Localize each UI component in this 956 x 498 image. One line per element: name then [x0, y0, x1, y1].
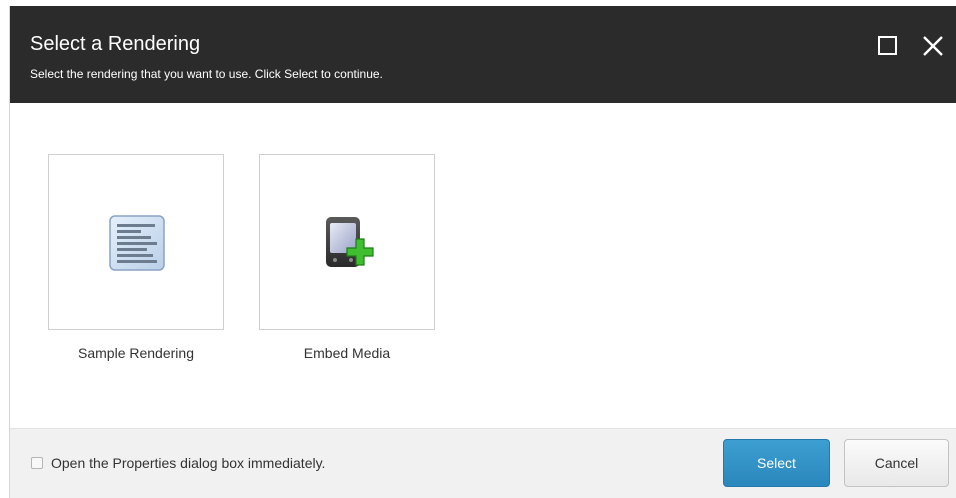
maximize-icon: [878, 36, 897, 55]
rendering-list: Sample Rendering Embed Media: [10, 103, 956, 428]
open-properties-checkbox[interactable]: [31, 457, 43, 469]
dialog-subtitle: Select the rendering that you want to us…: [30, 67, 383, 81]
rendering-label-sample-rendering: Sample Rendering: [78, 345, 194, 361]
dialog-footer: Open the Properties dialog box immediate…: [10, 428, 956, 498]
close-button[interactable]: [921, 34, 945, 58]
document-lines-icon: [109, 215, 165, 271]
select-button[interactable]: Select: [723, 439, 830, 487]
dialog-title: Select a Rendering: [30, 33, 201, 55]
maximize-button[interactable]: [876, 34, 900, 58]
device-add-icon: [326, 217, 374, 267]
rendering-tile-embed-media[interactable]: [259, 154, 435, 330]
dialog-header: Select a Rendering Select the rendering …: [10, 6, 956, 103]
open-properties-label[interactable]: Open the Properties dialog box immediate…: [51, 455, 325, 471]
select-rendering-dialog: Select a Rendering Select the rendering …: [9, 6, 956, 498]
cancel-button[interactable]: Cancel: [844, 439, 949, 487]
rendering-tile-sample-rendering[interactable]: [48, 154, 224, 330]
close-icon: [923, 36, 943, 56]
rendering-label-embed-media: Embed Media: [303, 345, 391, 361]
